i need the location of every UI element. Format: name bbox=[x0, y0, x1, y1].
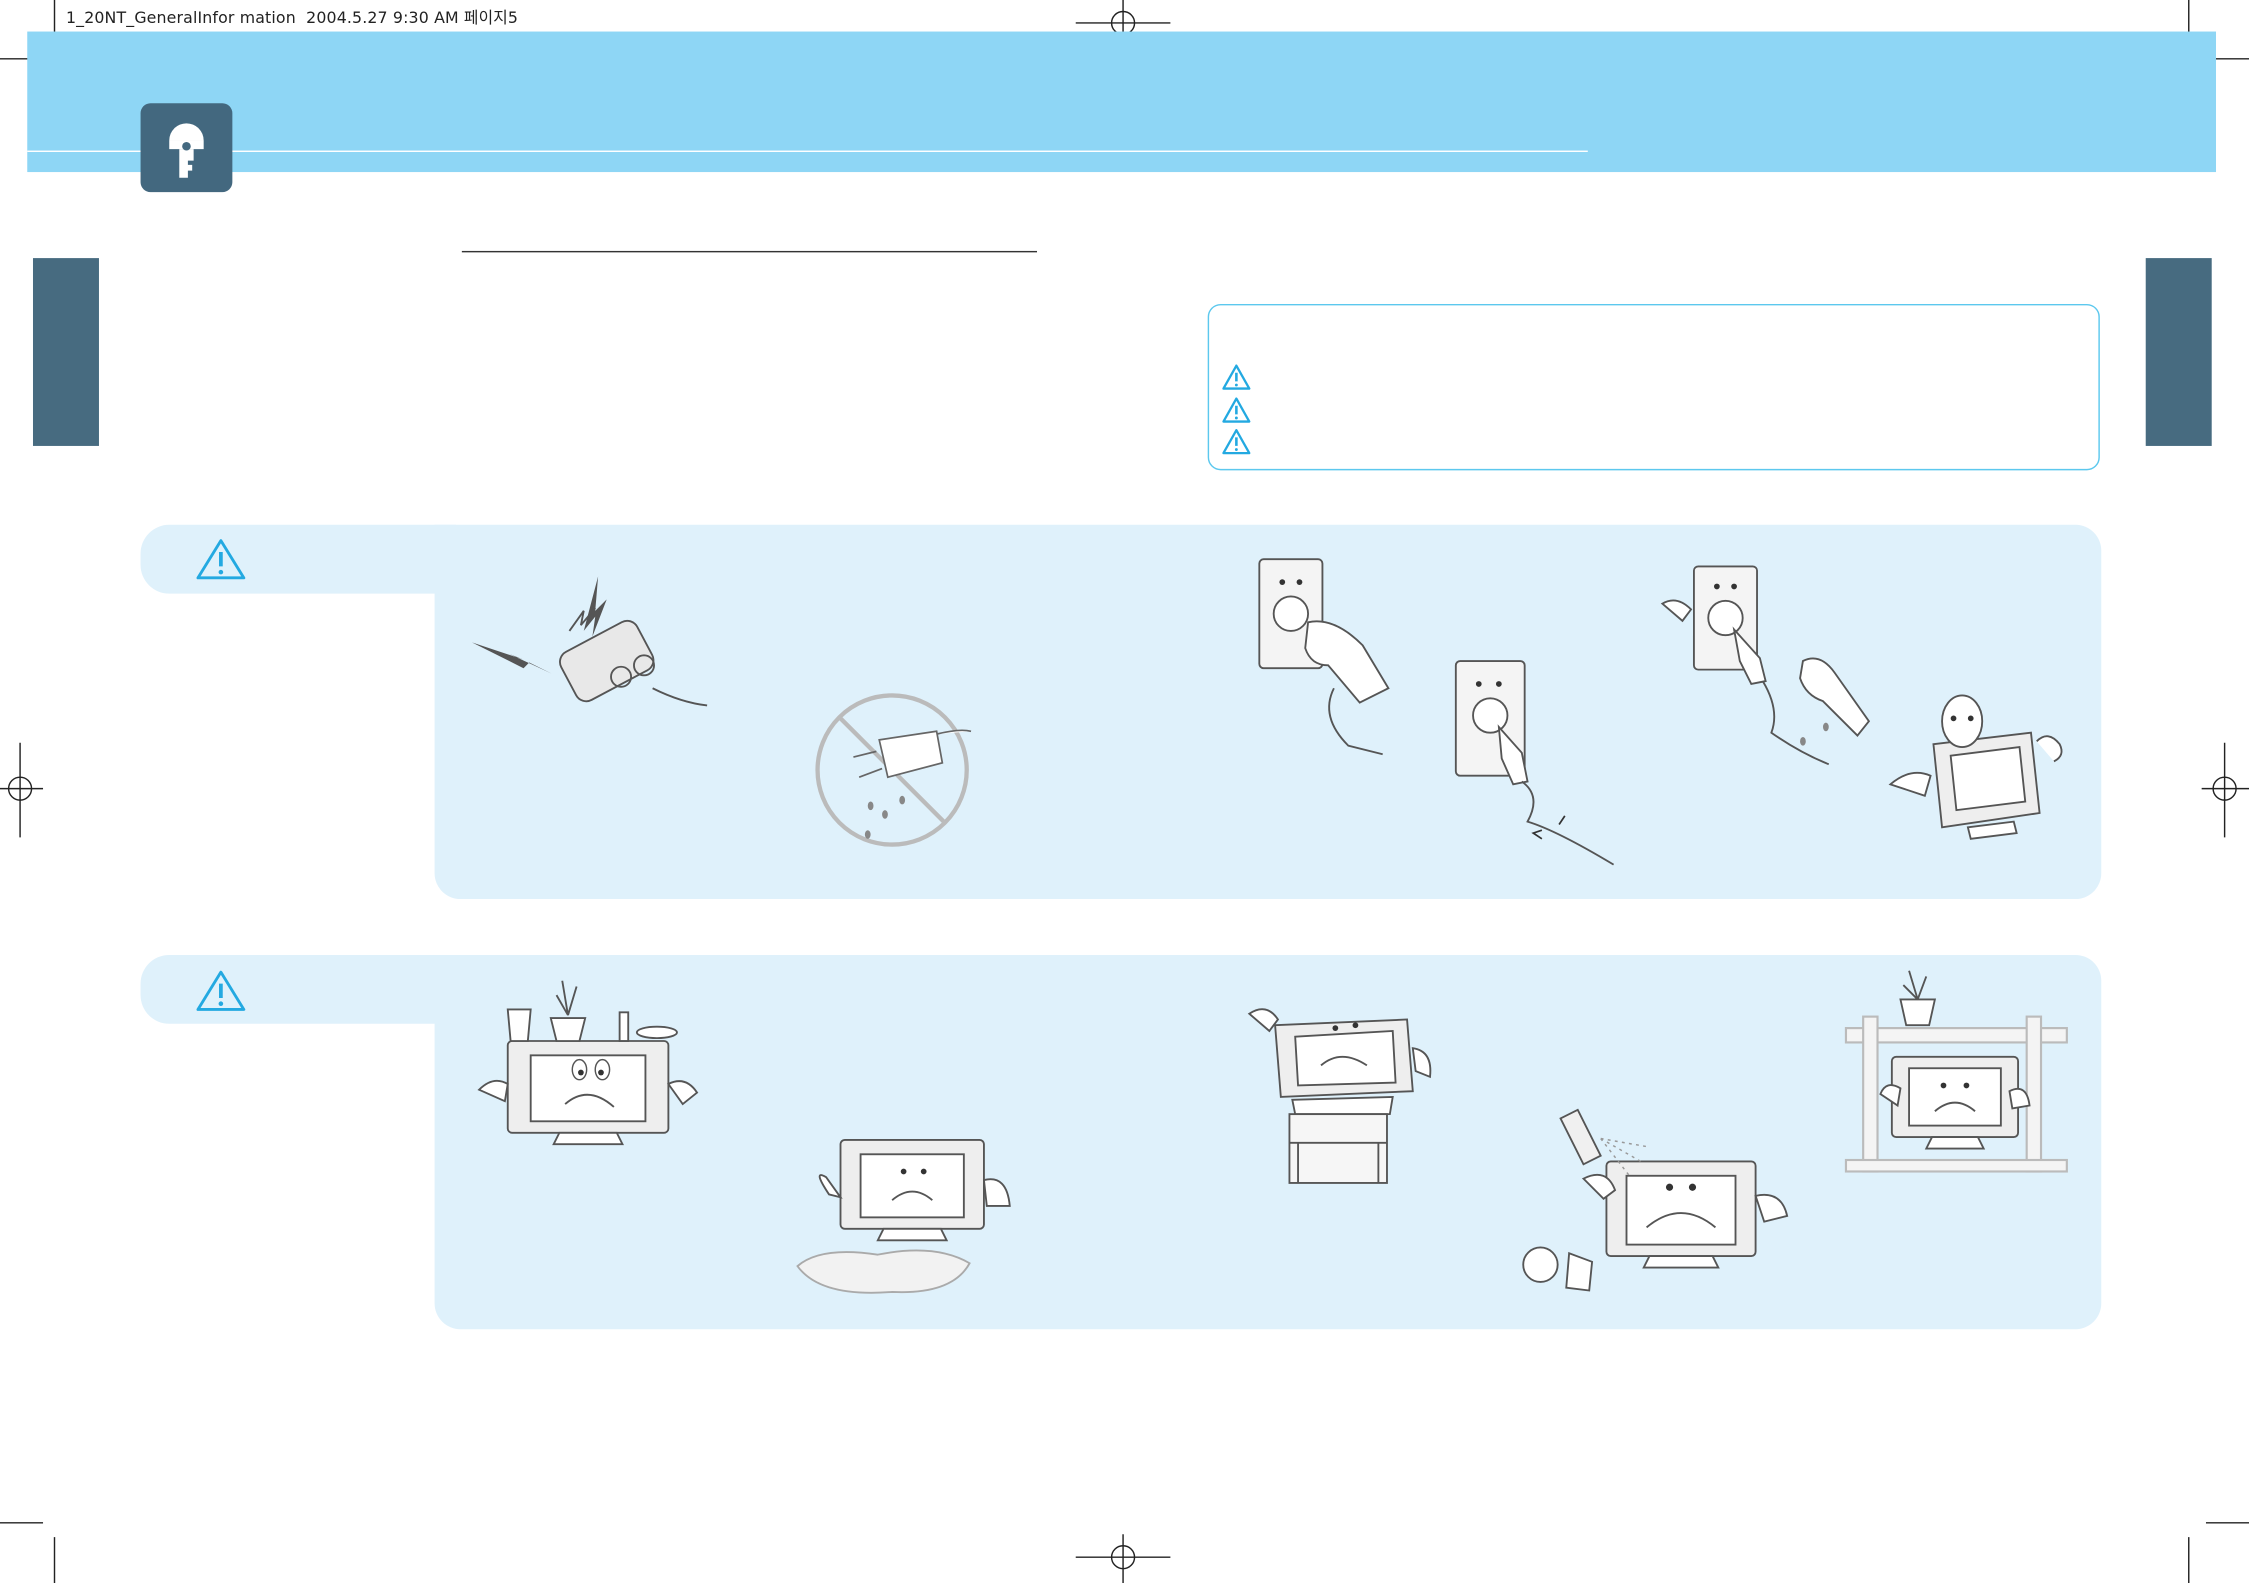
power-warning-tab bbox=[140, 524, 457, 594]
tv-tipping-illustration bbox=[1888, 694, 2063, 840]
title-underline bbox=[461, 250, 1038, 253]
safety-info-box bbox=[1207, 303, 2100, 471]
wet-hand-plug-illustration bbox=[1660, 565, 1871, 766]
tv-unstable-stand-illustration bbox=[1247, 1008, 1432, 1184]
warning-triangle-icon bbox=[196, 539, 246, 580]
damaged-cord-illustration bbox=[1454, 660, 1615, 866]
warning-triangle-icon bbox=[1222, 429, 1251, 455]
warning-triangle-icon bbox=[1222, 364, 1251, 390]
sparking-power-strip-illustration bbox=[471, 576, 708, 707]
key-icon bbox=[169, 123, 204, 178]
left-chapter-tab bbox=[32, 258, 99, 446]
hand-plugging-outlet-illustration bbox=[1258, 558, 1390, 756]
warning-triangle-icon bbox=[1222, 397, 1251, 423]
tv-enclosed-shelf-illustration bbox=[1844, 970, 2068, 1173]
installation-warning-tab bbox=[140, 954, 457, 1024]
wet-plug-prohibited-illustration bbox=[815, 693, 972, 847]
warning-triangle-icon bbox=[196, 970, 246, 1011]
objects-on-tv-illustration bbox=[477, 980, 699, 1146]
banner-divider bbox=[27, 150, 1588, 152]
right-chapter-tab bbox=[2145, 258, 2212, 446]
tv-puddle-illustration bbox=[796, 1139, 1011, 1294]
spray-near-tv-illustration bbox=[1522, 1108, 1789, 1292]
key-icon-tile bbox=[140, 103, 233, 193]
manual-page: 1_20NT_GeneralInfor mation 2004.5.27 9:3… bbox=[0, 0, 2249, 1583]
